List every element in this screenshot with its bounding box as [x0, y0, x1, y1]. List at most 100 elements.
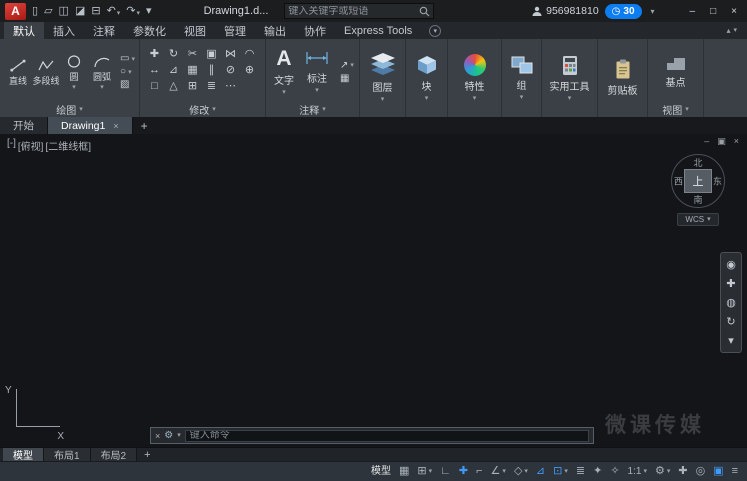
ribbon-tab-annotate[interactable]: 注释 [84, 22, 124, 39]
panel-label-view[interactable]: 视图▾ [648, 102, 703, 117]
ribbon-minimize-button[interactable]: ▴ ▾ [716, 22, 747, 39]
base-point-button[interactable]: 基点 [661, 54, 691, 91]
text-tool-button[interactable]: A 文字 ▾ [270, 46, 298, 98]
dynamic-input-icon[interactable]: ✚ [455, 466, 472, 477]
minimize-button[interactable]: – [690, 6, 696, 17]
undo-icon[interactable]: ↶▾ [107, 6, 121, 17]
command-close-icon[interactable]: × [155, 431, 160, 441]
move-icon[interactable]: ✚ [146, 48, 163, 61]
viewcube-north[interactable]: 北 [693, 156, 702, 169]
ellipse-icon[interactable]: ○▾ [120, 67, 135, 77]
scale-icon[interactable]: ⊿ [165, 64, 182, 77]
dimension-tool-button[interactable]: 标注 ▾ [300, 48, 334, 96]
panel-label-annotation[interactable]: 注释▾ [266, 102, 359, 117]
workspace-gear-icon[interactable]: ⚙ ▾ [651, 466, 674, 477]
graphics-performance-icon[interactable]: ▣ [709, 466, 727, 477]
arc-tool-button[interactable]: 圆弧 ▾ [88, 54, 116, 91]
visual-style-control[interactable]: [二维线框] [45, 138, 91, 153]
explode-icon[interactable]: ⊕ [241, 64, 258, 77]
stretch-icon[interactable]: ↔ [146, 64, 163, 77]
command-customize-icon[interactable]: ⚙ [164, 430, 173, 441]
isodraft-icon[interactable]: ◇ ▾ [510, 466, 532, 477]
grid-icon[interactable]: ▦ [395, 466, 413, 477]
measure-icon[interactable]: □ [146, 80, 163, 93]
clipboard-button[interactable]: 剪贴板 [604, 39, 642, 117]
customize-icon[interactable]: ≡ [728, 466, 742, 477]
block-button[interactable]: 块 ▾ [412, 39, 442, 117]
view-direction-control[interactable]: [俯视] [18, 138, 44, 153]
model-space-toggle[interactable]: 模型 [367, 467, 395, 477]
table-icon[interactable]: ▦ [340, 74, 354, 84]
search-icon[interactable] [419, 6, 430, 17]
new-drawing-tab-button[interactable]: + [133, 117, 156, 134]
join-icon[interactable]: ⊞ [184, 80, 201, 93]
autocad-logo[interactable]: A [5, 3, 26, 20]
titlebar-more-icon[interactable]: ▾ [651, 7, 655, 16]
ribbon-tab-view[interactable]: 视图 [175, 22, 215, 39]
layout-tab-layout2[interactable]: 布局2 [91, 448, 138, 461]
infer-constraints-icon[interactable]: ∟ [436, 466, 455, 477]
trim-icon[interactable]: ✂ [184, 48, 201, 61]
array-icon[interactable]: ▦ [184, 64, 201, 77]
mirror-icon[interactable]: ⋈ [222, 48, 239, 61]
maximize-button[interactable]: □ [710, 6, 716, 17]
object-snap-icon[interactable]: ⊡ ▾ [549, 466, 572, 477]
ribbon-tab-express-tools[interactable]: Express Tools [335, 22, 421, 39]
ribbon-tab-output[interactable]: 输出 [255, 22, 295, 39]
doc-restore-icon[interactable]: ▣ [717, 136, 726, 147]
layout-tab-layout1[interactable]: 布局1 [44, 448, 91, 461]
circle-tool-button[interactable]: 圆 ▾ [60, 54, 88, 91]
leader-icon[interactable]: ↗▾ [340, 61, 354, 71]
ortho-icon[interactable]: ⌐ [472, 466, 486, 477]
qat-customize-icon[interactable]: ▾ [146, 6, 152, 17]
recent-commands-icon[interactable]: ▾ [177, 432, 181, 439]
ribbon-tab-manage[interactable]: 管理 [215, 22, 255, 39]
ribbon-tab-insert[interactable]: 插入 [44, 22, 84, 39]
utilities-button[interactable]: 实用工具 ▾ [546, 39, 594, 117]
align-icon[interactable]: △ [165, 80, 182, 93]
viewcube-top-face[interactable]: 上 [684, 169, 712, 193]
line-tool-button[interactable]: 直线 [4, 58, 32, 87]
ribbon-tab-default[interactable]: 默认 [4, 22, 44, 39]
save-icon[interactable]: ◫ [59, 6, 69, 17]
object-snap-tracking-icon[interactable]: ⊿ [532, 466, 549, 477]
user-account[interactable]: 956981810 [532, 5, 599, 17]
pan-icon[interactable]: ✚ [721, 274, 741, 293]
annotation-scale-label[interactable]: 1:1 ▾ [624, 467, 651, 477]
annotation-visibility-icon[interactable]: ✦ [589, 466, 606, 477]
ribbon-state-toggle[interactable]: ▾ [429, 22, 441, 39]
offset-icon[interactable]: ∥ [203, 64, 220, 77]
new-layout-button[interactable]: + [137, 448, 157, 461]
annotation-autoscale-icon[interactable]: ✧ [606, 466, 623, 477]
file-tab-drawing1[interactable]: Drawing1× [48, 117, 133, 134]
save-as-icon[interactable]: ◪ [75, 6, 85, 17]
copy-icon[interactable]: ▣ [203, 48, 220, 61]
properties-button[interactable]: 特性 ▾ [460, 39, 490, 117]
close-button[interactable]: × [731, 6, 737, 17]
timer-badge[interactable]: ◷ 30 [605, 4, 642, 19]
snap-icon[interactable]: ⊞ ▾ [413, 466, 436, 477]
polyline-tool-button[interactable]: 多段线 [32, 58, 60, 87]
fillet-icon[interactable]: ◠ [241, 48, 258, 61]
navbar-more-icon[interactable]: ▾ [721, 331, 741, 350]
search-input[interactable] [288, 6, 419, 17]
rotate-icon[interactable]: ↻ [165, 48, 182, 61]
redo-icon[interactable]: ↷▾ [126, 6, 140, 17]
erase-icon[interactable]: ⊘ [222, 64, 239, 77]
viewcube-south[interactable]: 南 [693, 193, 702, 206]
new-file-icon[interactable]: ▯ [32, 6, 38, 17]
doc-close-icon[interactable]: × [734, 136, 739, 147]
polar-tracking-icon[interactable]: ∠ ▾ [487, 466, 510, 477]
drawing-canvas[interactable]: [-][俯视][二维线框] –▣× 北 南 西 东 上 WCS▾ ◉✚◍↻▾ Y… [0, 134, 747, 447]
command-input[interactable] [185, 430, 589, 442]
orbit-icon[interactable]: ↻ [721, 312, 741, 331]
zoom-icon[interactable]: ◍ [721, 293, 741, 312]
navigation-wheel-icon[interactable]: ◉ [721, 255, 741, 274]
edit-polyline-icon[interactable]: ≣ [203, 80, 220, 93]
wcs-menu[interactable]: WCS▾ [677, 213, 718, 226]
isolate-objects-icon[interactable]: ◎ [692, 466, 710, 477]
ribbon-tab-parametric[interactable]: 参数化 [124, 22, 175, 39]
doc-minimize-icon[interactable]: – [704, 136, 709, 147]
open-file-icon[interactable]: ▱ [44, 6, 52, 17]
viewport-controls-menu[interactable]: [-] [7, 138, 16, 153]
